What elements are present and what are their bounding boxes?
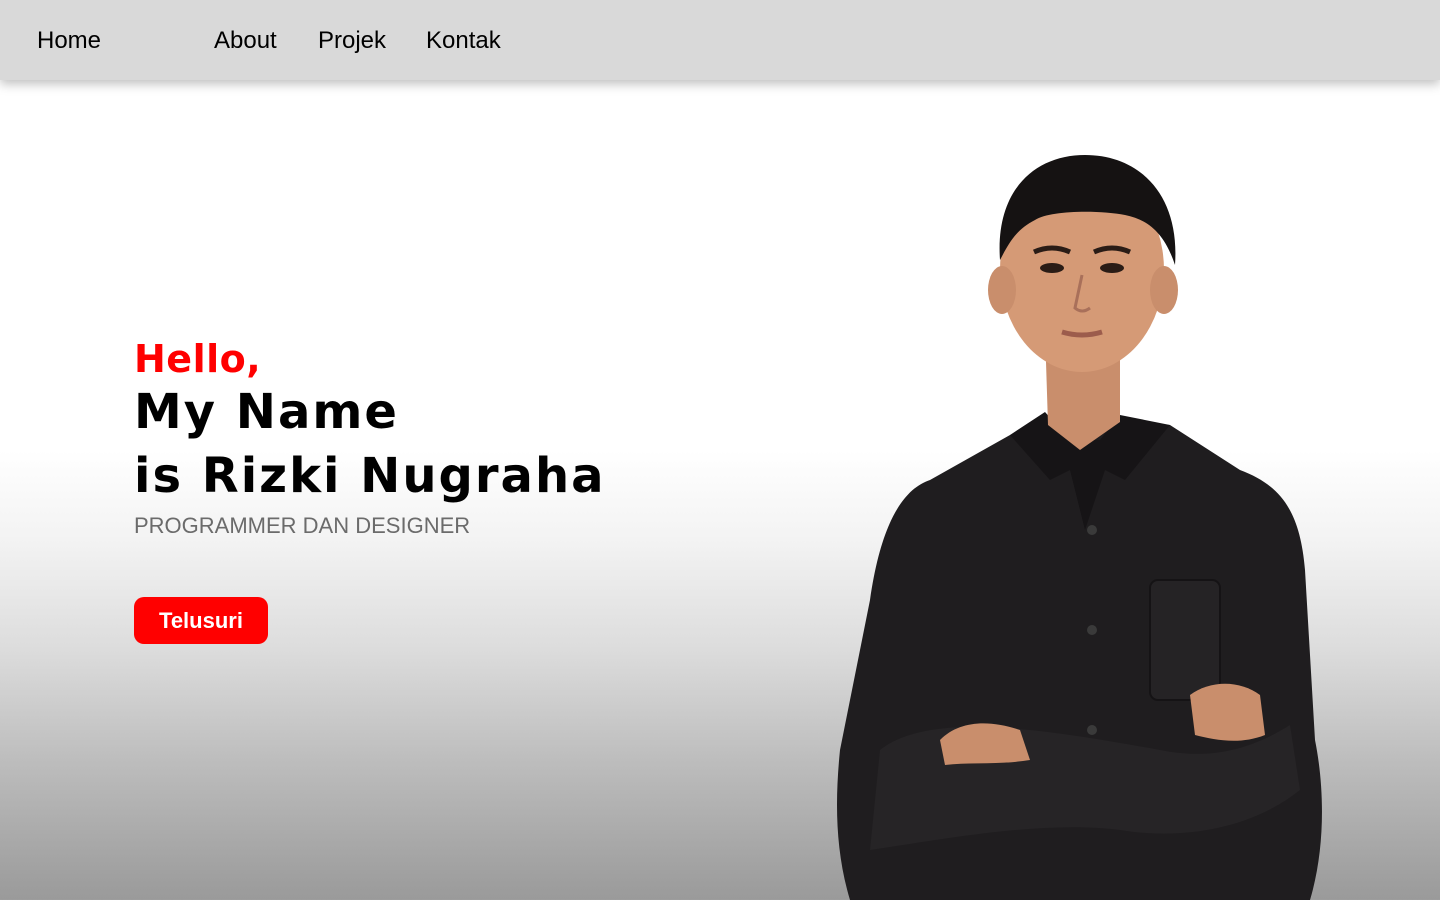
hero-section: Hello, My Name is Rizki Nugraha PROGRAMM…: [134, 334, 754, 540]
nav-link-kontak[interactable]: Kontak: [426, 27, 501, 55]
top-navbar: Home About Projek Kontak: [0, 0, 1440, 80]
nav-link-home[interactable]: Home: [37, 27, 101, 55]
profile-portrait: [820, 150, 1340, 900]
hero-name-line-2: is Rizki Nugraha: [134, 448, 606, 504]
explore-button[interactable]: Telusuri: [134, 597, 268, 644]
person-photo-icon: [837, 155, 1322, 900]
hero-subtitle: PROGRAMMER DAN DESIGNER: [134, 513, 471, 538]
hero-name-line-1: My Name: [134, 384, 399, 440]
nav-link-projek[interactable]: Projek: [318, 27, 386, 55]
nav-link-about[interactable]: About: [214, 27, 277, 55]
